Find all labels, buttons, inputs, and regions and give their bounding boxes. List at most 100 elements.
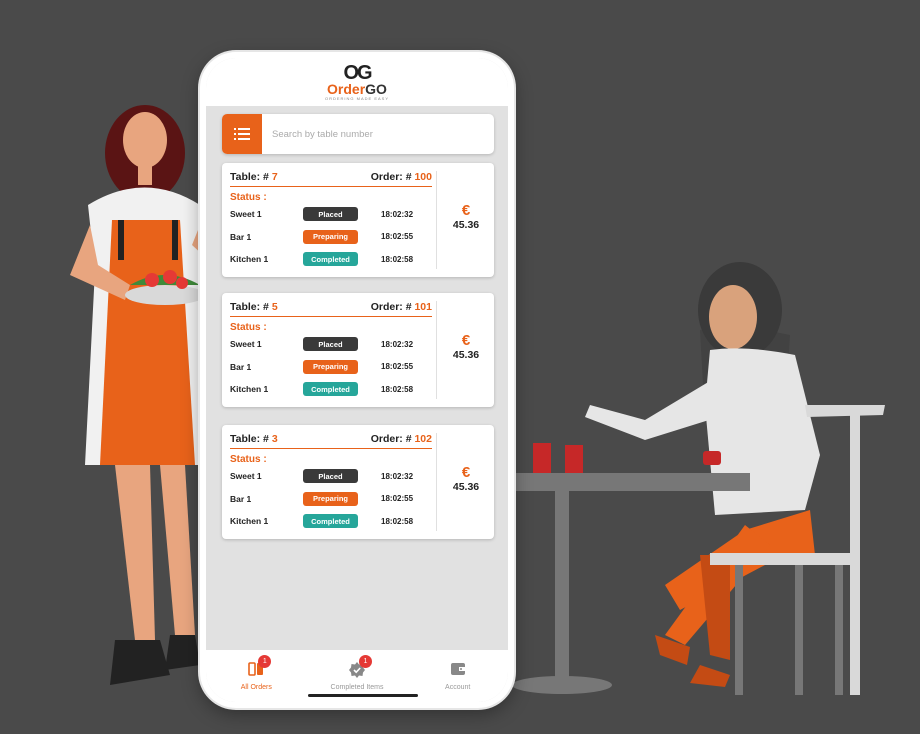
item-name: Kitchen 1	[230, 516, 269, 527]
card-divider	[436, 301, 437, 399]
card-divider	[436, 433, 437, 531]
search-input[interactable]	[270, 127, 494, 141]
item-name: Bar 1	[230, 361, 252, 372]
table-label: Table: #	[230, 301, 269, 313]
nav-all-orders[interactable]: 1 All Orders	[206, 650, 307, 702]
brand-name-go: GO	[365, 80, 387, 97]
nav-account-label: Account	[445, 683, 471, 691]
status-badge-completed[interactable]: Completed	[303, 382, 358, 397]
order-item-row: Bar 1 Preparing 18:02:55	[230, 488, 432, 511]
item-time: 18:02:58	[381, 516, 414, 526]
order-total: € 45.36	[438, 464, 494, 494]
order-details: Table: # 7 Order: # 100 Status : Sweet 1…	[230, 171, 432, 271]
status-badge-preparing[interactable]: Preparing	[303, 491, 358, 506]
order-details: Table: # 3 Order: # 102 Status : Sweet 1…	[230, 433, 432, 533]
table-value: 5	[271, 301, 278, 313]
status-badge-completed[interactable]: Completed	[303, 514, 358, 529]
order-total: € 45.36	[438, 202, 494, 232]
table-label: Table: #	[230, 171, 269, 183]
order-card[interactable]: Table: # 5 Order: # 101 Status : Sweet 1…	[222, 293, 494, 407]
table-label: Table: #	[230, 433, 269, 445]
brand-name-order: Order	[327, 80, 366, 97]
nav-account[interactable]: Account	[407, 650, 508, 702]
completed-items-badge: 1	[359, 654, 372, 668]
wallet-icon	[450, 662, 466, 676]
order-item-row: Bar 1 Preparing 18:02:55	[230, 226, 432, 249]
brand-tagline: ORDERING MADE EASY	[324, 95, 389, 101]
order-label: Order: #	[370, 433, 412, 445]
order-item-row: Bar 1 Preparing 18:02:55	[230, 356, 432, 379]
item-time: 18:02:32	[381, 471, 414, 481]
order-label: Order: #	[370, 171, 412, 183]
item-time: 18:02:32	[381, 209, 414, 219]
euro-icon: €	[461, 464, 471, 481]
status-title: Status :	[230, 322, 267, 333]
marketing-scene: OG OrderGO ORDERING MADE EASY Search by …	[0, 0, 920, 734]
brand-name: OrderGO	[327, 82, 387, 96]
order-item-row: Sweet 1 Placed 18:02:32	[230, 333, 432, 356]
order-item-row: Kitchen 1 Completed 18:02:58	[230, 248, 432, 271]
table-number: Table: # 7	[230, 171, 278, 183]
status-title: Status :	[230, 454, 267, 465]
item-name: Bar 1	[230, 231, 252, 242]
item-name: Bar 1	[230, 493, 252, 504]
item-name: Sweet 1	[230, 339, 262, 350]
status-badge-placed[interactable]: Placed	[303, 207, 358, 222]
item-name: Sweet 1	[230, 209, 262, 220]
status-badge-completed[interactable]: Completed	[303, 252, 358, 267]
order-amount: 45.36	[452, 349, 480, 361]
orders-icon: 1	[248, 654, 272, 676]
item-time: 18:02:58	[381, 254, 414, 264]
status-badge-placed[interactable]: Placed	[303, 469, 358, 484]
brand-logo: OG	[343, 63, 372, 83]
item-time: 18:02:58	[381, 384, 414, 394]
status-badge-preparing[interactable]: Preparing	[303, 229, 358, 244]
order-amount: 45.36	[452, 481, 480, 493]
item-name: Sweet 1	[230, 471, 262, 482]
order-amount: 45.36	[452, 219, 480, 231]
card-divider	[436, 171, 437, 269]
order-card[interactable]: Table: # 7 Order: # 100 Status : Sweet 1…	[222, 163, 494, 277]
phone-frame: OG OrderGO ORDERING MADE EASY Search by …	[200, 52, 514, 708]
item-time: 18:02:55	[381, 494, 414, 504]
menu-list-button[interactable]	[222, 114, 262, 154]
order-number: Order: # 101	[371, 301, 432, 313]
all-orders-badge: 1	[258, 654, 272, 668]
item-time: 18:02:55	[381, 232, 414, 242]
customer-illustration	[505, 262, 885, 695]
home-indicator	[308, 694, 418, 697]
app-screen: OG OrderGO ORDERING MADE EASY Search by …	[206, 58, 508, 702]
order-card-header: Table: # 7 Order: # 100	[230, 171, 432, 187]
check-badge-icon: 1	[349, 654, 372, 678]
order-label: Order: #	[370, 301, 412, 313]
table-number: Table: # 3	[230, 433, 278, 445]
nav-completed-items-label: Completed Items	[330, 683, 384, 691]
order-number: Order: # 102	[371, 433, 432, 445]
order-card[interactable]: Table: # 3 Order: # 102 Status : Sweet 1…	[222, 425, 494, 539]
order-total: € 45.36	[438, 332, 494, 362]
order-number: Order: # 100	[371, 171, 432, 183]
list-icon	[234, 128, 250, 140]
order-card-header: Table: # 5 Order: # 101	[230, 301, 432, 317]
order-item-row: Sweet 1 Placed 18:02:32	[230, 203, 432, 226]
app-header: OG OrderGO ORDERING MADE EASY	[206, 58, 508, 106]
euro-icon: €	[461, 202, 471, 219]
item-name: Kitchen 1	[230, 384, 269, 395]
table-value: 7	[271, 171, 278, 183]
order-card-header: Table: # 3 Order: # 102	[230, 433, 432, 449]
table-number: Table: # 5	[230, 301, 278, 313]
status-title: Status :	[230, 192, 267, 203]
order-details: Table: # 5 Order: # 101 Status : Sweet 1…	[230, 301, 432, 401]
status-badge-placed[interactable]: Placed	[303, 337, 358, 352]
status-badge-preparing[interactable]: Preparing	[303, 359, 358, 374]
item-time: 18:02:32	[381, 339, 414, 349]
order-value: 102	[414, 433, 432, 445]
order-item-row: Kitchen 1 Completed 18:02:58	[230, 510, 432, 533]
nav-all-orders-label: All Orders	[240, 683, 272, 691]
order-item-row: Kitchen 1 Completed 18:02:58	[230, 378, 432, 401]
search-bar	[222, 114, 494, 154]
order-item-row: Sweet 1 Placed 18:02:32	[230, 465, 432, 488]
item-time: 18:02:55	[381, 362, 414, 372]
euro-icon: €	[461, 332, 471, 349]
order-value: 100	[414, 171, 432, 183]
